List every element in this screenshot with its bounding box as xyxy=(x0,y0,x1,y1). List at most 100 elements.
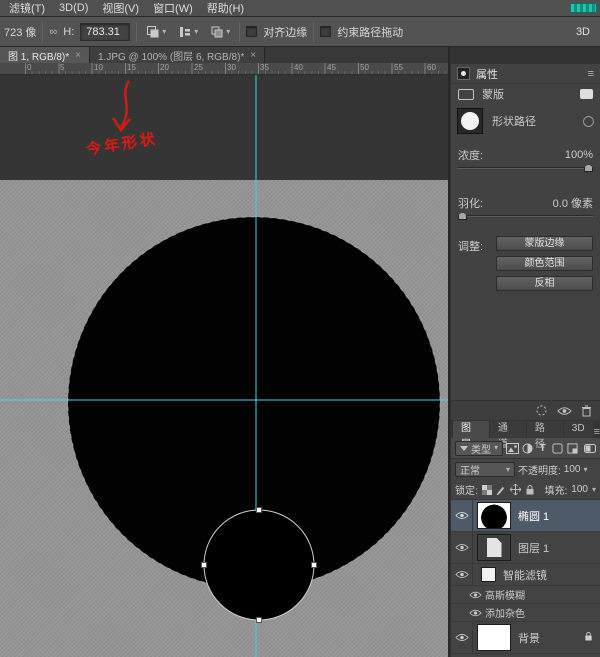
shape-path-thumbnail[interactable] xyxy=(457,108,483,134)
height-field[interactable]: 783.31 xyxy=(80,23,130,41)
mask-label: 蒙版 xyxy=(482,86,504,102)
layer-row-layer-1[interactable]: 图层 1 xyxy=(451,532,600,564)
menu-filter[interactable]: 滤镜(T) xyxy=(2,0,52,16)
feather-slider-handle[interactable] xyxy=(458,212,467,220)
path-operations-button[interactable]: ▾ xyxy=(143,22,169,42)
close-icon[interactable]: × xyxy=(75,50,81,61)
panel-menu-icon[interactable]: ≡ xyxy=(588,68,594,80)
dropdown-arrow-icon: ▾ xyxy=(494,444,498,452)
layer-thumbnail[interactable] xyxy=(477,502,511,529)
separator xyxy=(136,22,137,42)
lock-all-icon[interactable] xyxy=(525,484,535,495)
lock-transparent-pixels-icon[interactable] xyxy=(482,485,492,495)
mask-visibility-eye-icon[interactable] xyxy=(557,406,572,416)
tab-paths[interactable]: 路径 xyxy=(527,421,563,438)
layer-thumbnail[interactable] xyxy=(477,624,511,651)
link-dimensions-icon[interactable]: ∞ xyxy=(49,26,57,38)
app-badge-icon[interactable] xyxy=(570,3,597,13)
horizontal-ruler[interactable]: 0 5 10 15 20 25 30 35 40 45 50 55 60 xyxy=(0,63,448,75)
document-tab-2[interactable]: 1.JPG @ 100% (图层 6, RGB/8)* × xyxy=(90,47,265,63)
ruler-label: 30 xyxy=(227,63,236,72)
blend-mode-dropdown[interactable]: 正常 ▾ xyxy=(455,462,515,477)
shape-path-row[interactable]: 形状路径 xyxy=(451,104,600,138)
background-lock-icon xyxy=(584,631,593,644)
lock-image-pixels-icon[interactable] xyxy=(496,485,506,495)
opacity-label: 不透明度: xyxy=(518,462,561,477)
filter-smart-objects-icon[interactable] xyxy=(566,441,578,456)
anchor-bottom[interactable] xyxy=(257,618,262,623)
menu-view[interactable]: 视图(V) xyxy=(95,0,146,16)
layer-name[interactable]: 椭圆 1 xyxy=(518,508,549,524)
adjust-label: 调整: xyxy=(458,236,490,291)
menu-3d[interactable]: 3D(D) xyxy=(52,2,95,14)
feather-label: 羽化: xyxy=(458,195,483,211)
visibility-eye-icon[interactable] xyxy=(465,604,485,621)
dropdown-arrow-icon: ▾ xyxy=(162,28,166,36)
layer-thumbnail[interactable] xyxy=(477,534,511,561)
height-label: H: xyxy=(63,26,74,38)
workspace-3d-button[interactable]: 3D xyxy=(576,26,590,38)
anchor-right[interactable] xyxy=(312,563,317,568)
tab-3d[interactable]: 3D xyxy=(564,421,593,438)
opacity-value[interactable]: 100 xyxy=(564,464,581,475)
density-value[interactable]: 100% xyxy=(565,149,593,161)
visibility-eye-icon[interactable] xyxy=(465,586,485,603)
constrain-path-label: 约束路径拖动 xyxy=(337,24,403,40)
path-arrange-button[interactable]: ▾ xyxy=(207,22,233,42)
dropdown-arrow-icon[interactable]: ▾ xyxy=(583,466,587,474)
visibility-eye-icon[interactable] xyxy=(451,500,473,531)
visibility-eye-icon[interactable] xyxy=(451,622,473,653)
filter-shape-layers-icon[interactable] xyxy=(552,441,564,456)
visibility-eye-icon[interactable] xyxy=(451,532,473,563)
filter-toggle-icon[interactable] xyxy=(584,441,596,456)
feather-slider[interactable] xyxy=(458,212,593,220)
load-selection-icon[interactable] xyxy=(535,404,548,417)
color-range-button[interactable]: 颜色范围 xyxy=(496,256,593,271)
ruler-label: 55 xyxy=(394,63,403,72)
layer-name[interactable]: 图层 1 xyxy=(518,540,549,556)
layer-row-add-noise[interactable]: 添加杂色 xyxy=(451,604,600,622)
tool-options-bar: 723 像 ∞ H: 783.31 ▾ ▾ ▾ 对齐边缘 约束路径拖动 3D xyxy=(0,17,600,47)
filter-type-layers-icon[interactable]: T xyxy=(537,441,549,456)
invert-button[interactable]: 反相 xyxy=(496,276,593,291)
smart-filter-mask-thumbnail[interactable] xyxy=(481,567,496,582)
layers-tab-strip: 图层 通道 路径 3D ≡ xyxy=(451,420,600,438)
path-alignment-button[interactable]: ▾ xyxy=(175,22,201,42)
filter-type-dropdown[interactable]: 类型 ▾ xyxy=(455,441,503,456)
layer-name[interactable]: 背景 xyxy=(518,630,540,646)
menu-help[interactable]: 帮助(H) xyxy=(200,0,251,16)
density-row: 浓度: 100% xyxy=(451,148,600,162)
filter-name[interactable]: 添加杂色 xyxy=(485,605,525,620)
menu-window[interactable]: 窗口(W) xyxy=(146,0,200,16)
tab-channels[interactable]: 通道 xyxy=(490,421,526,438)
feather-value[interactable]: 0.0 像素 xyxy=(553,195,593,211)
layers-panel-menu-icon[interactable]: ≡ xyxy=(594,426,600,438)
layer-row-background[interactable]: 背景 xyxy=(451,622,600,654)
layer-row-gaussian-blur[interactable]: 高斯模糊 xyxy=(451,586,600,604)
tab-layers[interactable]: 图层 xyxy=(453,421,489,438)
layer-row-ellipse-1[interactable]: 椭圆 1 xyxy=(451,500,600,532)
dropdown-arrow-icon[interactable]: ▾ xyxy=(592,486,596,494)
visibility-eye-icon[interactable] xyxy=(451,564,473,585)
canvas-area[interactable]: 今年形状 xyxy=(0,75,448,657)
align-edges-checkbox[interactable] xyxy=(246,26,257,37)
filter-name[interactable]: 高斯模糊 xyxy=(485,587,525,602)
anchor-top[interactable] xyxy=(257,508,262,513)
lock-position-icon[interactable] xyxy=(510,484,521,495)
anchor-left[interactable] xyxy=(202,563,207,568)
filter-adjustment-layers-icon[interactable] xyxy=(522,441,534,456)
layer-filter-row: 类型 ▾ T xyxy=(451,438,600,459)
layer-row-smart-filters[interactable]: 智能滤镜 xyxy=(451,564,600,586)
constrain-path-checkbox[interactable] xyxy=(320,26,331,37)
mask-edge-button[interactable]: 蒙版边缘 xyxy=(496,236,593,251)
filter-pixel-layers-icon[interactable] xyxy=(506,441,519,456)
close-icon[interactable]: × xyxy=(250,50,256,61)
ruler-label: 45 xyxy=(327,63,336,72)
fill-value[interactable]: 100 xyxy=(571,484,588,495)
density-slider[interactable] xyxy=(458,164,593,172)
delete-mask-trash-icon[interactable] xyxy=(581,405,592,417)
mask-badge-icon[interactable] xyxy=(580,89,593,99)
document-tab-1[interactable]: 图 1, RGB/8)* × xyxy=(0,47,90,63)
smart-filters-label[interactable]: 智能滤镜 xyxy=(503,567,547,583)
density-slider-handle[interactable] xyxy=(584,164,593,172)
